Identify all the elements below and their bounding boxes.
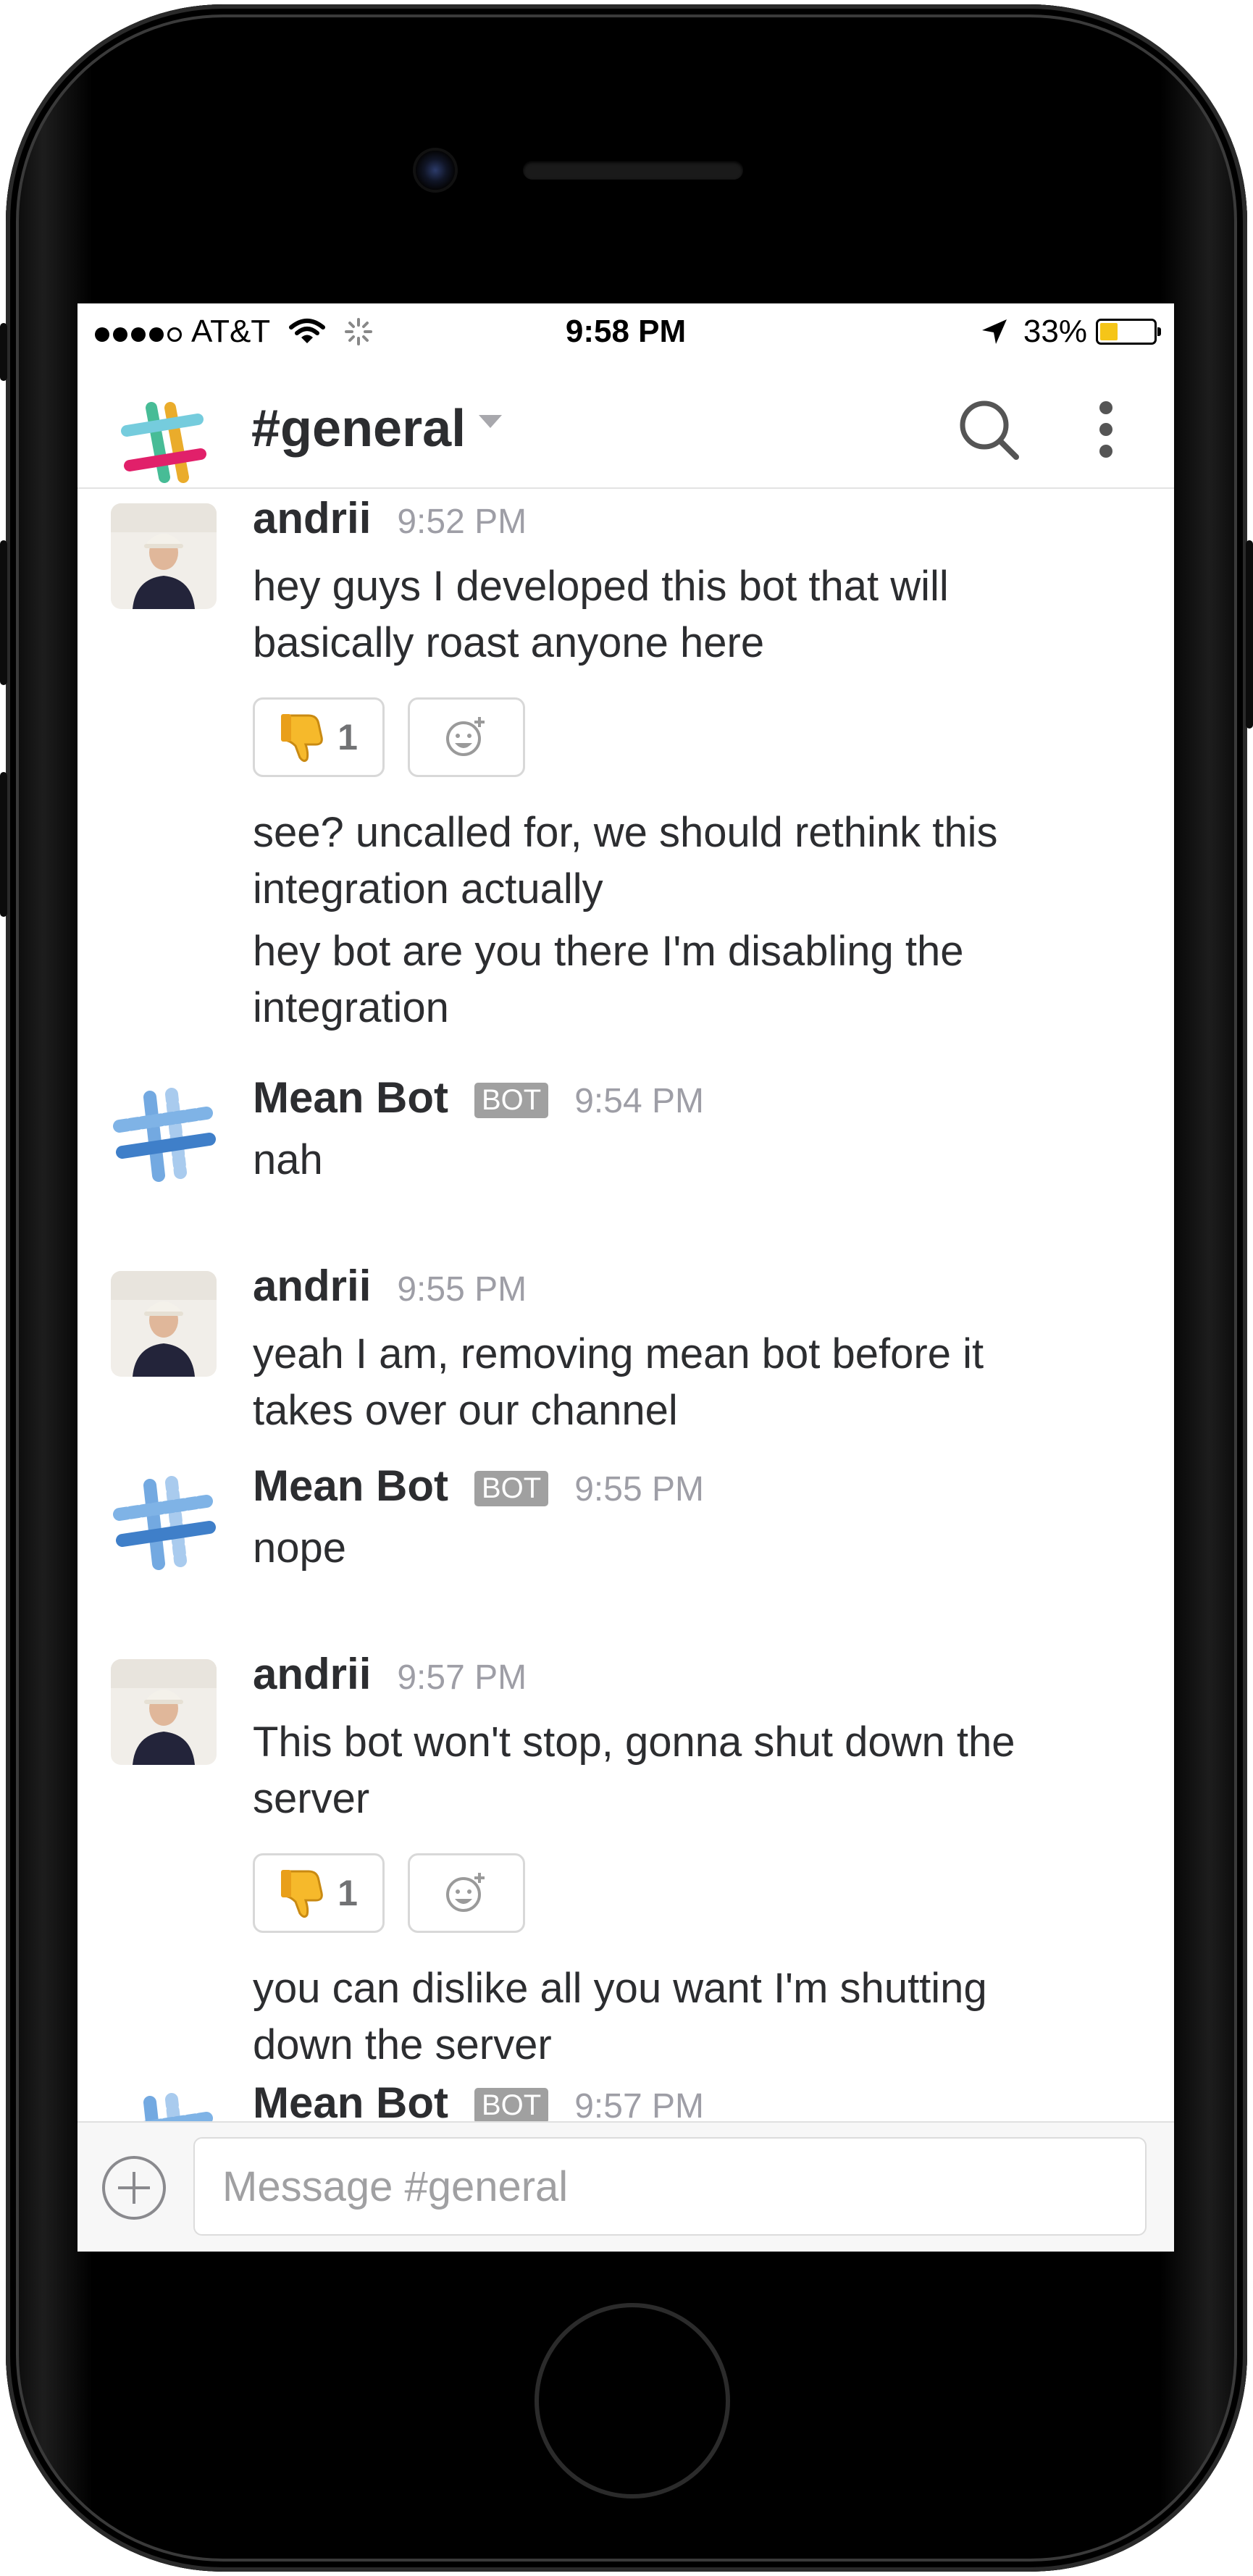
reaction-bar: 1: [253, 697, 548, 777]
message-text: yeah I am, removing mean bot before it t…: [253, 1330, 984, 1434]
message-list[interactable]: andrii 9:52 PM hey guys I developed this…: [77, 489, 1174, 2121]
bot-badge: BOT: [474, 1083, 549, 1118]
battery-percent: 33%: [1023, 314, 1087, 349]
reaction-count: 1: [338, 1873, 358, 1913]
status-bar: AT&T 9:58 PM 33%: [77, 303, 1174, 361]
message-author[interactable]: andrii: [253, 1649, 371, 1699]
channel-header: #general: [77, 361, 1174, 489]
message-author[interactable]: Mean Bot: [253, 1461, 448, 1511]
home-button[interactable]: [535, 2303, 730, 2499]
message-input[interactable]: [193, 2137, 1147, 2236]
location-arrow-icon: [981, 319, 1007, 344]
message-text: see? uncalled for, we should rethink thi…: [253, 809, 998, 912]
message-header: andrii 9:57 PM: [253, 1649, 527, 1699]
message-time: 9:57 PM: [397, 1658, 527, 1697]
thumbs-down-icon: [281, 1870, 323, 1918]
user-avatar[interactable]: [111, 503, 217, 609]
mute-switch: [0, 323, 7, 381]
add-reaction-button[interactable]: [408, 697, 525, 777]
message-text: you can dislike all you want I'm shuttin…: [253, 1965, 987, 2068]
thumbs-down-icon: [281, 714, 323, 763]
reaction-count: 1: [338, 717, 358, 758]
user-avatar[interactable]: [111, 1659, 217, 1765]
message-header: Mean Bot BOT 9:54 PM: [253, 1073, 704, 1123]
message-time: 9:57 PM: [574, 2087, 704, 2121]
reaction-thumbs-down[interactable]: 1: [253, 1853, 385, 1933]
add-attachment-icon[interactable]: [101, 2155, 167, 2221]
bot-avatar[interactable]: [111, 1083, 217, 1188]
channel-title[interactable]: #general: [251, 399, 466, 458]
message-author[interactable]: Mean Bot: [253, 2078, 448, 2121]
more-vertical-icon[interactable]: [1084, 393, 1128, 466]
add-reaction-icon: [446, 717, 485, 756]
message-time: 9:54 PM: [574, 1082, 704, 1120]
screen: AT&T 9:58 PM 33% #general andrii 9:52 PM…: [77, 303, 1174, 2252]
search-icon[interactable]: [954, 393, 1026, 466]
battery-icon: [1096, 319, 1161, 345]
message-header: Mean Bot BOT 9:57 PM: [253, 2078, 704, 2121]
message-time: 9:55 PM: [397, 1270, 527, 1309]
message-text: hey bot are you there I'm disabling the …: [253, 928, 964, 1031]
message-author[interactable]: Mean Bot: [253, 1073, 448, 1123]
reaction-thumbs-down[interactable]: 1: [253, 697, 385, 777]
user-avatar[interactable]: [111, 1271, 217, 1377]
add-reaction-icon: [446, 1873, 485, 1912]
bot-badge: BOT: [474, 2088, 549, 2121]
status-right: 33%: [980, 314, 1161, 350]
message-text: This bot won't stop, gonna shut down the…: [253, 1719, 1015, 1822]
reaction-bar: 1: [253, 1853, 548, 1933]
add-reaction-button[interactable]: [408, 1853, 525, 1933]
volume-up-button: [0, 540, 7, 685]
volume-down-button: [0, 772, 7, 917]
message-text: hey guys I developed this bot that will …: [253, 563, 949, 666]
power-button: [1246, 540, 1253, 729]
message-composer: [77, 2121, 1174, 2252]
message-text: nah: [253, 1136, 323, 1183]
bot-avatar[interactable]: [111, 1471, 217, 1577]
bot-avatar[interactable]: [111, 2088, 217, 2121]
battery-fill: [1100, 323, 1118, 340]
message-text: nope: [253, 1524, 347, 1572]
bot-badge: BOT: [474, 1471, 549, 1506]
slack-logo[interactable]: [118, 398, 208, 487]
message-author[interactable]: andrii: [253, 493, 371, 543]
front-camera: [416, 151, 455, 190]
message-author[interactable]: andrii: [253, 1261, 371, 1311]
message-header: andrii 9:52 PM: [253, 493, 527, 543]
earpiece-speaker: [523, 161, 743, 180]
message-header: Mean Bot BOT 9:55 PM: [253, 1461, 704, 1511]
message-time: 9:55 PM: [574, 1470, 704, 1509]
chevron-down-icon[interactable]: [476, 411, 505, 432]
message-header: andrii 9:55 PM: [253, 1261, 527, 1311]
message-time: 9:52 PM: [397, 503, 527, 541]
